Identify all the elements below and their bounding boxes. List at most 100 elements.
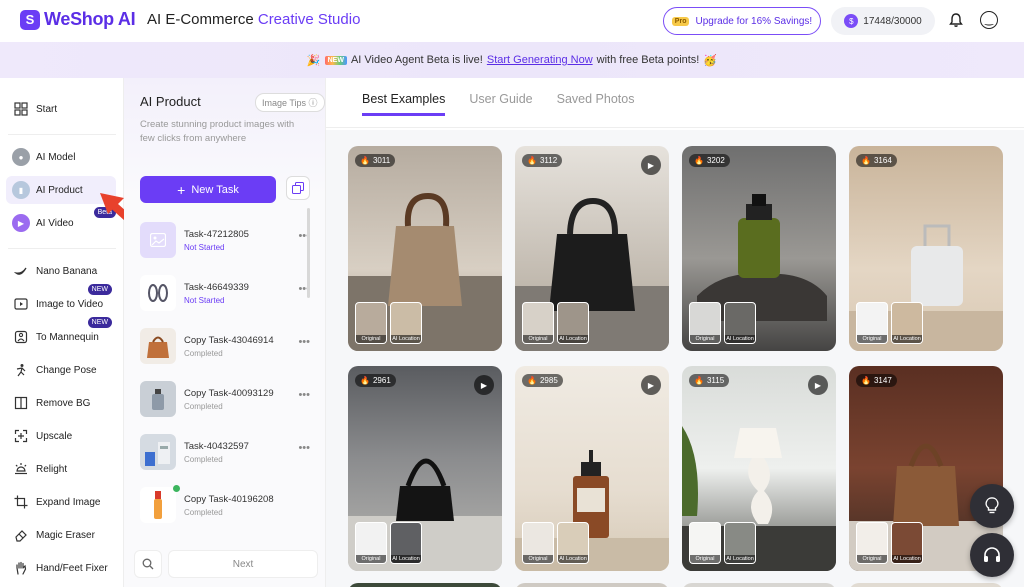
example-card[interactable]	[515, 583, 669, 587]
panel-description: Create stunning product images with few …	[140, 119, 295, 144]
banana-icon	[12, 262, 30, 280]
start-icon	[12, 100, 30, 118]
nav-ai-model[interactable]: ● AI Model	[6, 143, 116, 171]
task-status: Not Started	[184, 295, 225, 305]
nav-hand-feet-fixer-label: Hand/Feet Fixer	[36, 562, 108, 574]
fire-icon: 🔥	[360, 156, 370, 165]
nav-hand-feet-fixer[interactable]: Hand/Feet Fixer	[6, 554, 116, 582]
example-card[interactable]: 🔥 3115 ▶ Original AI Location	[682, 366, 836, 571]
bell-icon[interactable]	[947, 11, 965, 29]
points-balance[interactable]: $ 17448/30000	[831, 7, 935, 35]
task-panel: AI Product Image Tips ⓘ Create stunning …	[124, 78, 326, 587]
nav-start[interactable]: Start	[6, 95, 116, 123]
more-options-icon[interactable]: •••	[298, 336, 310, 348]
nav-relight[interactable]: Relight	[6, 455, 116, 483]
new-task-label: New Task	[191, 183, 239, 196]
lightbulb-button[interactable]	[970, 484, 1014, 528]
popularity-count: 🔥 3202	[689, 154, 730, 167]
nav-nano-banana-label: Nano Banana	[36, 265, 98, 277]
nav-nano-banana[interactable]: Nano Banana	[6, 257, 116, 285]
image-tips-button[interactable]: Image Tips ⓘ	[255, 93, 325, 112]
task-list: Task-47212805 Not Started ••• Task-46649…	[124, 214, 326, 544]
support-button[interactable]	[970, 533, 1014, 577]
nav-expand-image[interactable]: Expand Image	[6, 488, 116, 516]
task-status: Completed	[184, 454, 223, 464]
more-options-icon[interactable]: •••	[298, 442, 310, 454]
header-title-prefix: AI E-Commerce	[147, 11, 258, 28]
task-name: Task-40432597	[184, 440, 249, 452]
example-card[interactable]: 🔥 2961 ▶ Original AI Location	[348, 366, 502, 571]
example-card[interactable]: 🔥 3202 Original AI Location	[682, 146, 836, 351]
play-icon[interactable]: ▶	[641, 155, 661, 175]
example-card[interactable]: 🔥 3112 ▶ Original AI Location	[515, 146, 669, 351]
nav-upscale[interactable]: Upscale	[6, 422, 116, 450]
play-icon[interactable]: ▶	[641, 375, 661, 395]
question-icon: ⓘ	[308, 98, 318, 108]
task-item[interactable]: Copy Task-40093129 Completed •••	[140, 377, 310, 421]
weshop-logo[interactable]: S WeShop AI	[20, 9, 136, 30]
task-thumbnail	[140, 328, 176, 364]
mini-label: Original	[356, 335, 386, 343]
header-title-accent: Creative Studio	[257, 11, 361, 28]
task-status: Completed	[184, 401, 223, 411]
pro-badge: Pro	[671, 16, 690, 26]
eraser-icon	[12, 526, 30, 544]
next-button[interactable]: Next	[168, 550, 318, 578]
nav-change-pose[interactable]: Change Pose	[6, 356, 116, 384]
count-value: 3147	[873, 376, 892, 385]
task-thumbnail	[140, 485, 180, 523]
nav-remove-bg[interactable]: Remove BG	[6, 389, 116, 417]
start-generating-link[interactable]: Start Generating Now	[487, 54, 593, 66]
upgrade-button[interactable]: Pro Upgrade for 16% Savings!	[663, 7, 821, 35]
example-card[interactable]	[682, 583, 836, 587]
mini-label: Original	[523, 335, 553, 343]
fire-icon: 🔥	[861, 156, 871, 165]
example-card[interactable]	[348, 583, 502, 587]
copy-icon	[292, 182, 304, 194]
nav-relight-label: Relight	[36, 463, 68, 475]
more-options-icon[interactable]: •••	[298, 389, 310, 401]
mini-label: AI Location	[725, 555, 755, 563]
party-icon: 🎉	[306, 54, 321, 67]
task-item[interactable]: Task-46649339 Not Started •••	[140, 271, 310, 315]
mini-label: AI Location	[391, 555, 421, 563]
task-list-scrollbar[interactable]	[307, 208, 310, 298]
image-tips-label: Image Tips	[262, 98, 307, 108]
ai-location-thumbnail: AI Location	[390, 302, 422, 344]
search-button[interactable]	[134, 550, 162, 578]
task-name: Copy Task-40093129	[184, 387, 274, 399]
task-name: Copy Task-43046914	[184, 334, 274, 346]
tab-best-examples[interactable]: Best Examples	[362, 92, 446, 116]
example-card[interactable]: 🔥 3164 Original AI Location	[849, 146, 1003, 351]
nav-to-mannequin[interactable]: To Mannequin NEW	[6, 317, 116, 351]
celebrate-icon: 🥳	[703, 54, 718, 67]
example-card[interactable]: 🔥 3011 Original AI Location	[348, 146, 502, 351]
example-card[interactable]	[849, 583, 1003, 587]
task-name: Task-47212805	[184, 228, 249, 240]
popularity-count: 🔥 2961	[355, 374, 396, 387]
play-icon[interactable]: ▶	[474, 375, 494, 395]
nav-image-to-video[interactable]: Image to Video NEW	[6, 284, 116, 318]
panel-footer: Next	[124, 544, 326, 587]
task-item[interactable]: Copy Task-40196208 Completed	[140, 483, 310, 527]
user-avatar-icon[interactable]: ‿	[980, 11, 998, 29]
task-item[interactable]: Task-40432597 Completed •••	[140, 430, 310, 474]
mannequin-icon	[12, 328, 30, 346]
examples-gallery: 🔥 3011 Original AI Location 🔥 3112 ▶ Origi…	[326, 130, 1024, 587]
new-task-button[interactable]: + New Task	[140, 176, 276, 203]
tab-bar: Best Examples User Guide Saved Photos	[362, 92, 634, 116]
example-card[interactable]: 🔥 2985 ▶ Original AI Location	[515, 366, 669, 571]
nav-magic-eraser[interactable]: Magic Eraser	[6, 521, 116, 549]
tab-user-guide[interactable]: User Guide	[469, 92, 532, 116]
duplicate-button[interactable]	[286, 176, 310, 200]
mini-label: Original	[857, 555, 887, 563]
ai-location-thumbnail: AI Location	[557, 522, 589, 564]
task-item[interactable]: Copy Task-43046914 Completed •••	[140, 324, 310, 368]
popularity-count: 🔥 2985	[522, 374, 563, 387]
play-icon[interactable]: ▶	[808, 375, 828, 395]
banner-text-after: with free Beta points!	[596, 54, 700, 66]
new-badge: NEW	[87, 284, 112, 295]
nav-ai-video-label: AI Video	[36, 217, 74, 229]
task-item[interactable]: Task-47212805 Not Started •••	[140, 218, 310, 262]
tab-saved-photos[interactable]: Saved Photos	[557, 92, 635, 116]
